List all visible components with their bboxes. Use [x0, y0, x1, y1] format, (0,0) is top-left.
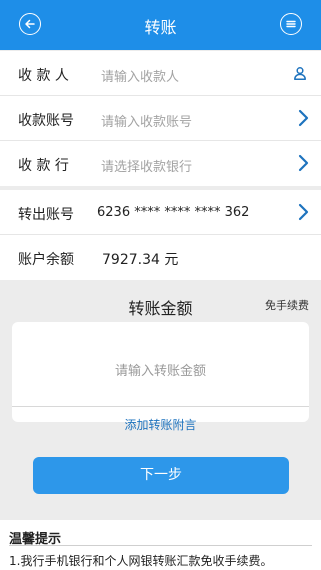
payer-account-label: 转出账号 [18, 207, 74, 223]
balance-label: 账户余额 [18, 252, 74, 268]
balance-value: 7927.34 元 [102, 252, 179, 268]
chevron-right-icon [298, 109, 309, 127]
payee-bank-label: 收 款 行 [18, 158, 69, 174]
payer-account-value: 6236 **** **** **** 362 [97, 205, 250, 220]
amount-input[interactable]: 请输入转账金额 [12, 360, 309, 379]
menu-icon [286, 20, 296, 28]
next-button[interactable]: 下一步 [33, 457, 289, 494]
balance-row: 账户余额 7927.34 元 [0, 235, 321, 280]
payee-account-row[interactable]: 收款账号 请输入收款账号 [0, 96, 321, 141]
fee-note: 免手续费 [265, 299, 309, 312]
chevron-right-icon [298, 203, 309, 221]
payer-account-row[interactable]: 转出账号 6236 **** **** **** 362 [0, 190, 321, 235]
amount-divider [12, 406, 309, 407]
amount-section: 转账金额 免手续费 请输入转账金额 添加转账附言 下一步 [0, 282, 321, 520]
payer-group: 转出账号 6236 **** **** **** 362 账户余额 7927.3… [0, 190, 321, 280]
payee-account-input[interactable]: 请输入收款账号 [101, 111, 192, 130]
payee-account-label: 收款账号 [18, 113, 74, 129]
payee-bank-row[interactable]: 收 款 行 请选择收款银行 [0, 141, 321, 186]
payee-group: 收 款 人 请输入收款人 收款账号 请输入收款账号 收 款 行 请选择收款银行 [0, 51, 321, 186]
page-title: 转账 [144, 18, 177, 37]
title-bar: 转账 [0, 0, 321, 50]
tips-item: 1.我行手机银行和个人网银转账汇款免收手续费。 [9, 554, 273, 568]
add-remark-link[interactable]: 添加转账附言 [0, 416, 321, 433]
menu-button[interactable] [280, 13, 302, 35]
chevron-right-icon [298, 154, 309, 172]
payee-name-input[interactable]: 请输入收款人 [101, 66, 179, 85]
tips-divider [9, 545, 312, 546]
payee-name-label: 收 款 人 [18, 68, 69, 84]
tips-section: 温馨提示 1.我行手机银行和个人网银转账汇款免收手续费。 [0, 520, 321, 570]
contact-person-icon[interactable] [293, 66, 307, 80]
payee-name-row[interactable]: 收 款 人 请输入收款人 [0, 51, 321, 96]
amount-card: 请输入转账金额 [12, 322, 309, 422]
payee-bank-select[interactable]: 请选择收款银行 [101, 156, 192, 175]
